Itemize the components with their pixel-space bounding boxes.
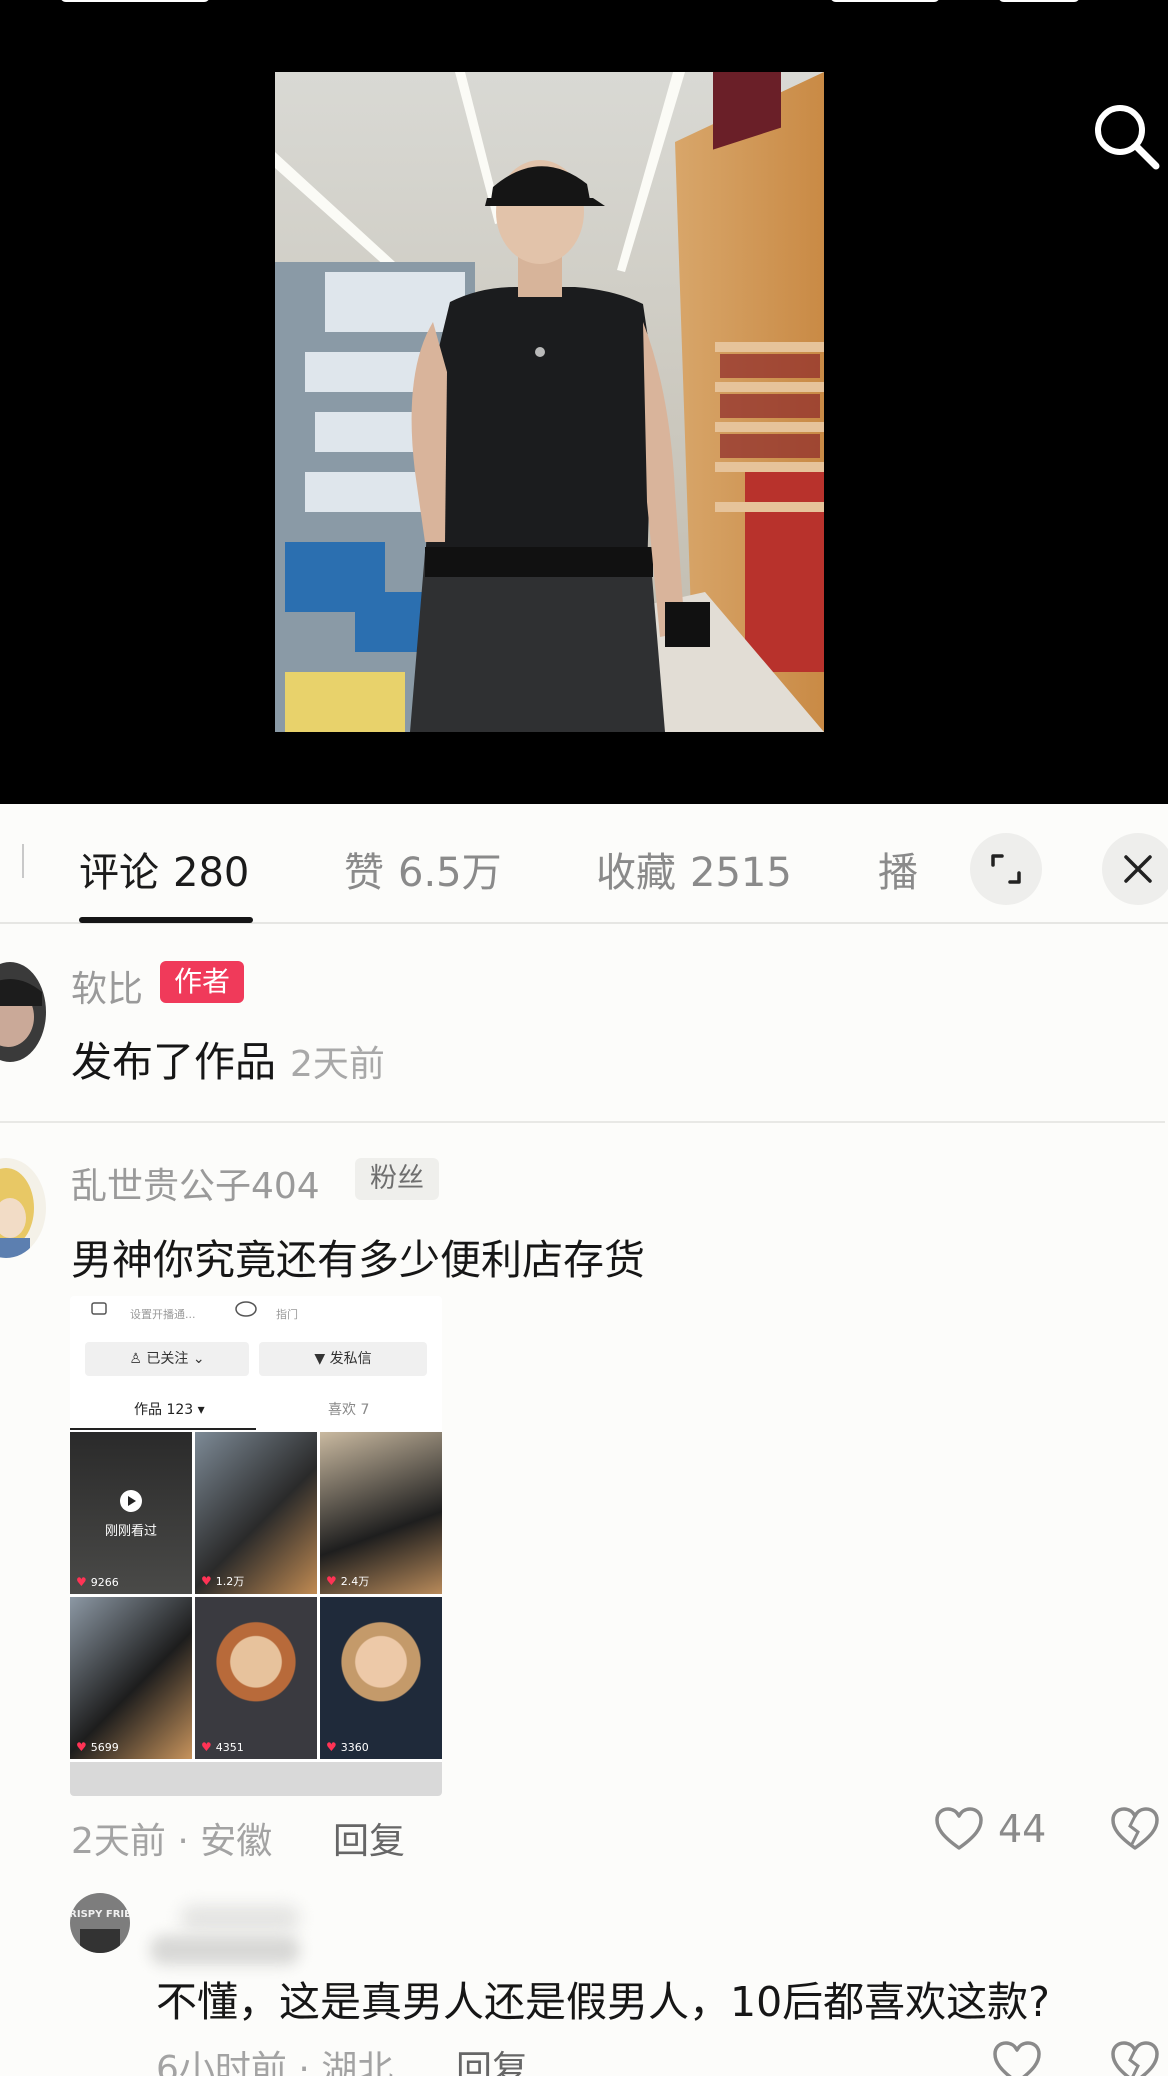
attachment-tab-indicator xyxy=(70,1428,256,1430)
attachment-top-strip: 设置开播通... 指门 xyxy=(70,1296,442,1324)
video-thumb: 2.4万 xyxy=(320,1432,442,1594)
divider xyxy=(0,1121,1165,1123)
attachment-top-left-text: 设置开播通... xyxy=(130,1308,196,1321)
status-bar-time-fragment xyxy=(60,0,210,2)
tab-scroll-edge xyxy=(22,844,24,878)
attachment-tab-works: 作品 123 ▾ xyxy=(134,1402,205,1418)
broken-heart-icon xyxy=(1111,1807,1159,1850)
fan-badge: 粉丝 xyxy=(355,1158,439,1200)
comment-time: 2天前 xyxy=(290,1044,385,1085)
thumb-like-count: 1.2万 xyxy=(201,1573,245,1589)
expand-button[interactable] xyxy=(970,833,1042,905)
attachment-top-right-text: 指门 xyxy=(276,1308,298,1321)
attachment-tab-likes: 喜欢 7 xyxy=(328,1402,370,1418)
comment-image-attachment[interactable]: 设置开播通... 指门 ♙ 已关注 ⌄ ▼ 发私信 作品 123 ▾ 喜欢 7 … xyxy=(70,1296,442,1796)
thumb-like-count: 3360 xyxy=(326,1740,369,1754)
active-tab-indicator xyxy=(79,917,253,923)
avatar-text: CRISPY FRIES xyxy=(70,1909,130,1920)
comment-meta: 6小时前 · 湖北 xyxy=(156,2049,394,2076)
thumb-like-count: 4351 xyxy=(201,1740,244,1754)
comment-text: 男神你究竟还有多少便利店存货 xyxy=(71,1236,645,1284)
like-button[interactable]: 44 xyxy=(934,1806,1046,1852)
video-thumb: 3360 xyxy=(320,1597,442,1759)
chevron-down-icon: ⌄ xyxy=(188,1351,205,1367)
chat-icon xyxy=(235,1301,257,1317)
heart-icon xyxy=(935,1807,983,1850)
send-icon: ▼ xyxy=(314,1351,330,1367)
blurred-username xyxy=(180,1905,300,1931)
avatar[interactable]: CRISPY FRIES xyxy=(70,1893,130,1953)
avatar-image xyxy=(0,962,46,1062)
tab-comments-count: 280 xyxy=(173,850,250,896)
close-button[interactable] xyxy=(1102,833,1168,905)
attachment-bottom-row xyxy=(70,1762,442,1796)
tab-comments-label: 评论 xyxy=(79,850,159,896)
status-bar-battery-fragment xyxy=(998,0,1080,2)
search-icon xyxy=(1095,105,1160,170)
comment-panel-tabbar: 评论 280 赞 6.5万 收藏 2515 播 xyxy=(0,804,1168,924)
comment-meta: 2天前 · 安徽 xyxy=(71,1821,273,1862)
heart-icon xyxy=(993,2041,1041,2076)
video-thumb: 1.2万 xyxy=(195,1432,317,1594)
user-check-icon: ♙ xyxy=(129,1351,147,1367)
tab-likes-count: 6.5万 xyxy=(398,850,502,896)
video-frame[interactable] xyxy=(275,72,824,732)
close-icon xyxy=(1124,855,1152,883)
video-thumb: 4351 xyxy=(195,1597,317,1759)
attachment-thumb-grid: 刚刚看过 9266 1.2万 2.4万 5699 4351 3360 xyxy=(70,1432,442,1759)
tab-comments[interactable]: 评论 280 xyxy=(79,840,249,898)
reply-button[interactable]: 回复 xyxy=(456,2040,528,2076)
message-button: ▼ 发私信 xyxy=(259,1342,427,1376)
thumb-like-count: 2.4万 xyxy=(326,1573,370,1589)
play-icon xyxy=(120,1490,142,1512)
tab-plays[interactable]: 播 xyxy=(878,840,918,898)
message-button-label: 发私信 xyxy=(329,1351,372,1367)
like-count: 44 xyxy=(998,1807,1047,1851)
thumb-like-count: 5699 xyxy=(76,1740,119,1754)
video-thumb: 刚刚看过 9266 xyxy=(70,1432,192,1594)
expand-icon xyxy=(991,854,1021,884)
tab-favorites[interactable]: 收藏 2515 xyxy=(596,840,792,898)
tab-likes[interactable]: 赞 6.5万 xyxy=(344,840,502,898)
thumb-like-count: 9266 xyxy=(76,1575,119,1589)
comment-username[interactable]: 乱世贵公子404 xyxy=(71,1157,320,1209)
video-player[interactable] xyxy=(0,0,1168,804)
tab-likes-label: 赞 xyxy=(344,850,384,896)
like-button[interactable] xyxy=(992,2040,1042,2076)
dislike-button[interactable] xyxy=(1110,2040,1160,2076)
recently-viewed-label: 刚刚看过 xyxy=(104,1524,157,1539)
avatar-image xyxy=(0,1158,46,1258)
avatar[interactable] xyxy=(0,1158,46,1258)
tab-favorites-count: 2515 xyxy=(690,850,792,896)
comment-text-body: 发布了作品 xyxy=(71,1038,276,1086)
comment-text: 发布了作品 2天前 xyxy=(71,1028,385,1088)
video-thumb: 5699 xyxy=(70,1597,192,1759)
followed-button-label: 已关注 xyxy=(146,1351,189,1367)
video-still-image xyxy=(275,72,824,732)
broken-heart-icon xyxy=(1111,2041,1159,2076)
followed-button: ♙ 已关注 ⌄ xyxy=(85,1342,249,1376)
comment-username[interactable]: 软比 xyxy=(71,960,143,1012)
reply-button[interactable]: 回复 xyxy=(333,1812,405,1864)
status-bar-signal-fragment xyxy=(830,0,940,2)
blurred-username xyxy=(150,1935,300,1965)
comment-text: 不懂，这是真男人还是假男人，10后都喜欢这款? xyxy=(156,1978,1050,2026)
avatar[interactable] xyxy=(0,962,46,1062)
search-button[interactable] xyxy=(1090,100,1162,172)
dislike-button[interactable] xyxy=(1110,1806,1160,1856)
tv-icon xyxy=(91,1302,107,1315)
author-badge: 作者 xyxy=(160,961,244,1003)
tab-favorites-label: 收藏 xyxy=(596,850,676,896)
avatar-image: CRISPY FRIES xyxy=(70,1893,130,1953)
tab-plays-label: 播 xyxy=(878,850,918,896)
